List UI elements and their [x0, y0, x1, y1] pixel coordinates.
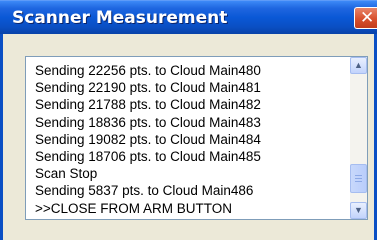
log-line: Sending 5837 pts. to Cloud Main486 [35, 183, 254, 199]
log-line: Sending 21788 pts. to Cloud Main482 [35, 97, 261, 113]
arrow-up-icon: ▲ [354, 60, 363, 70]
thumb-grip-line [355, 181, 362, 182]
log-line: Sending 18836 pts. to Cloud Main483 [35, 114, 261, 130]
arrow-down-icon: ▼ [354, 205, 363, 215]
title-bar[interactable]: Scanner Measurement ✕ [0, 0, 377, 34]
thumb-grip-line [355, 175, 362, 176]
log-line: >>CLOSE FROM ARM BUTTON [35, 200, 233, 216]
window-title: Scanner Measurement [12, 8, 228, 28]
scanner-measurement-window: Scanner Measurement ✕ Sending 22256 pts.… [0, 0, 377, 240]
log-line: Scan Stop [35, 166, 98, 182]
scroll-down-button[interactable]: ▼ [350, 202, 367, 219]
scroll-thumb[interactable] [350, 164, 367, 193]
close-button[interactable]: ✕ [354, 7, 377, 29]
log-lines: Sending 22256 pts. to Cloud Main480 Send… [35, 62, 345, 217]
window-frame-left [0, 34, 3, 240]
thumb-grip-line [355, 178, 362, 179]
log-line: Sending 18706 pts. to Cloud Main485 [35, 148, 261, 164]
log-listbox[interactable]: Sending 22256 pts. to Cloud Main480 Send… [25, 56, 368, 220]
log-line: Sending 22190 pts. to Cloud Main481 [35, 80, 261, 96]
log-line: Sending 19082 pts. to Cloud Main484 [35, 131, 261, 147]
scroll-up-button[interactable]: ▲ [350, 57, 367, 74]
close-icon: ✕ [360, 8, 375, 28]
vertical-scrollbar[interactable]: ▲ ▼ [350, 57, 367, 219]
log-line: Sending 22256 pts. to Cloud Main480 [35, 63, 261, 78]
